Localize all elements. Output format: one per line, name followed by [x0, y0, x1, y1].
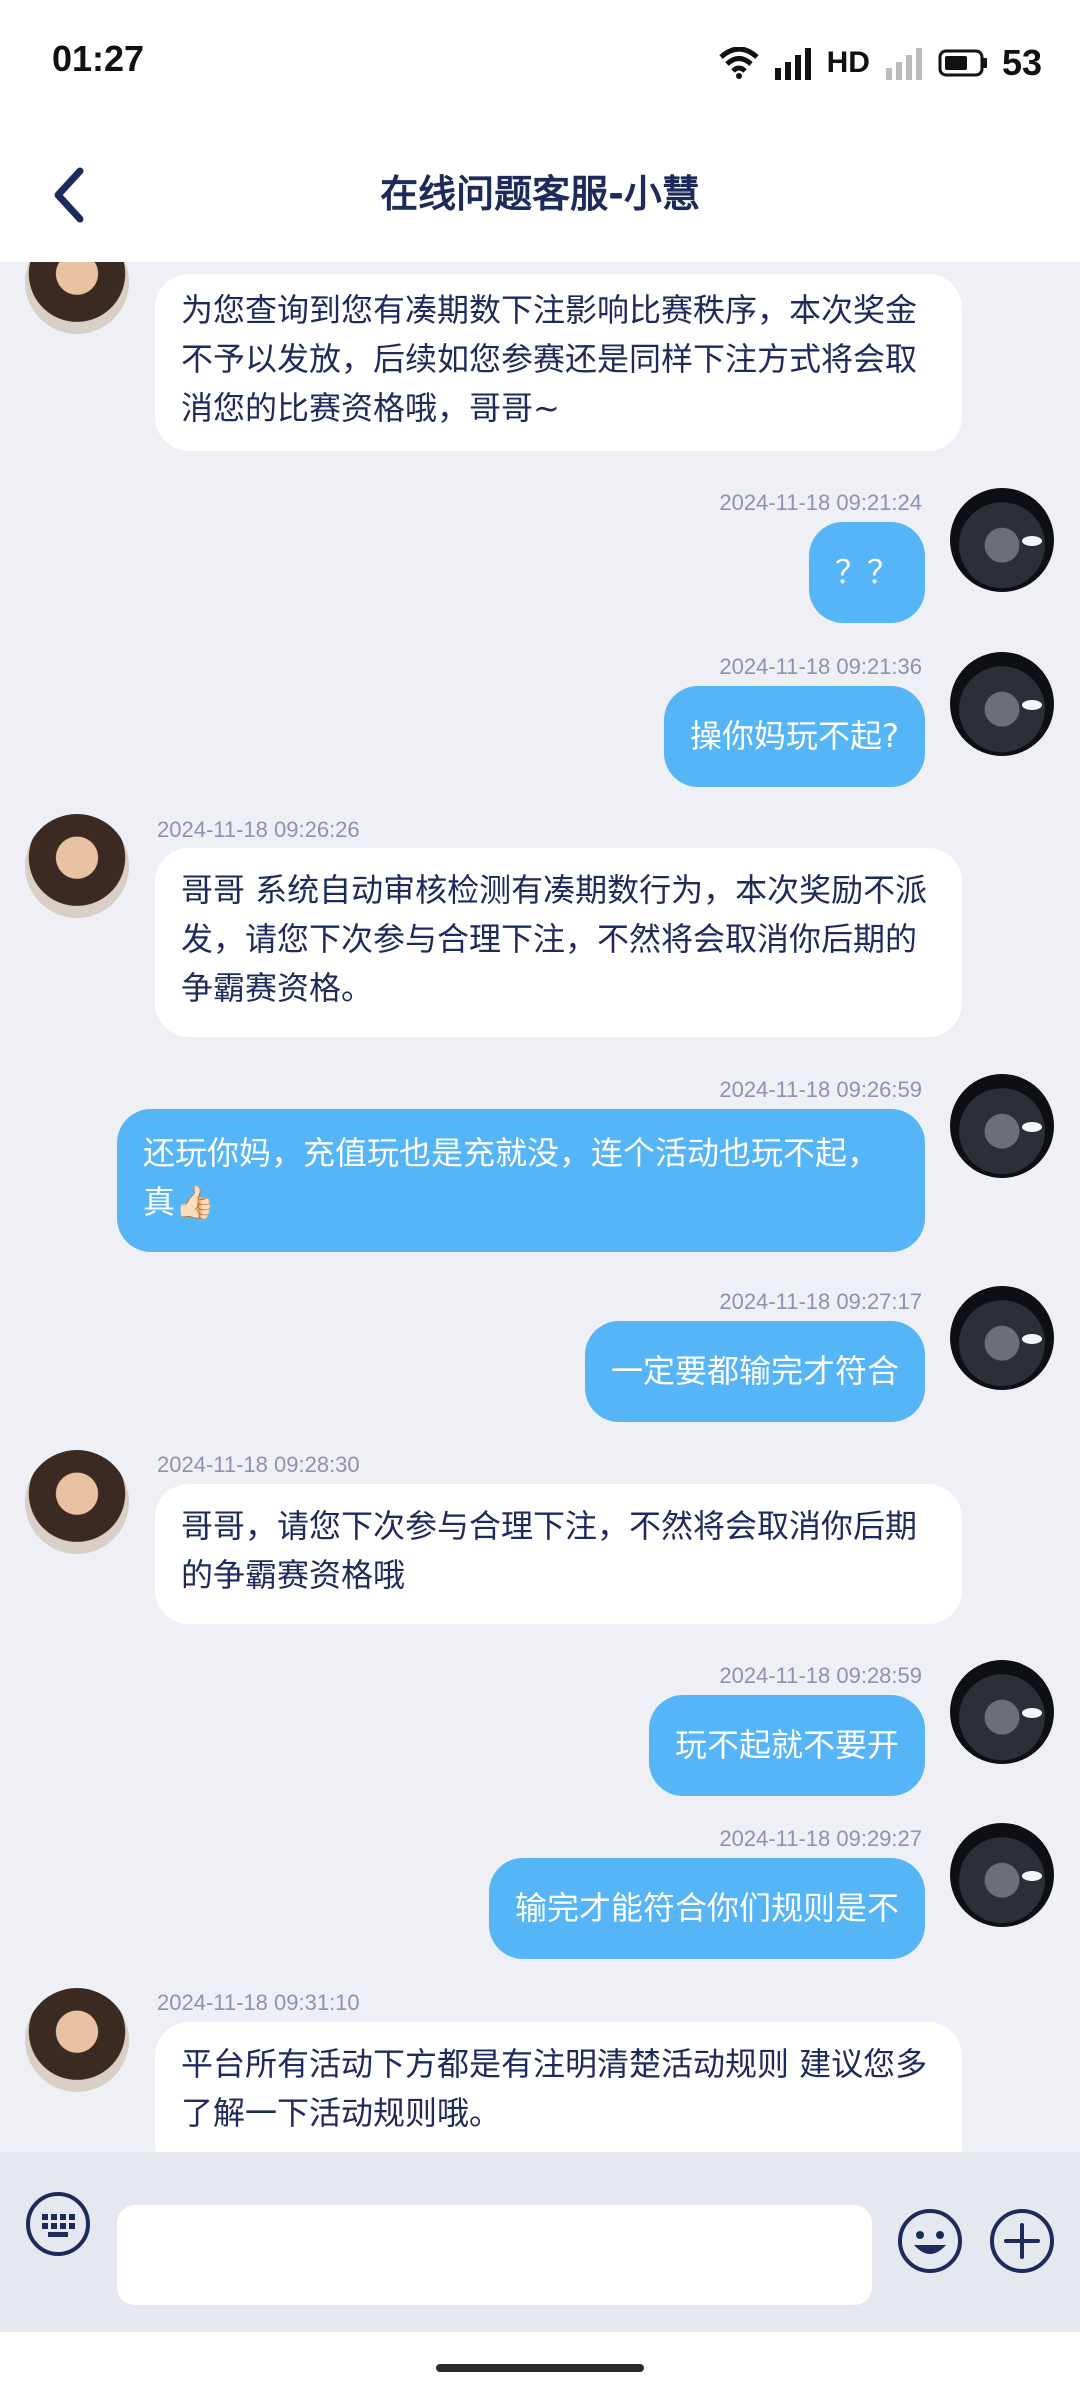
signal-weak-icon: [885, 48, 922, 80]
message-time: 2024-11-18 09:26:59: [719, 1077, 922, 1102]
message-time: 2024-11-18 09:21:36: [719, 654, 922, 679]
emoji-button[interactable]: [896, 2207, 964, 2275]
chat-header: 在线问题客服-小慧: [0, 125, 1080, 262]
status-time: 01:27: [52, 38, 145, 79]
network-type: HD: [826, 46, 870, 79]
message-time: 2024-11-18 09:29:27: [719, 1826, 922, 1851]
status-bar: 01:27 HD 53: [0, 0, 1080, 125]
agent-avatar: [25, 1450, 129, 1554]
signal-icon: [774, 48, 811, 80]
wifi-icon: [718, 47, 759, 79]
user-avatar: [950, 488, 1054, 592]
message-time: 2024-11-18 09:28:59: [719, 1663, 922, 1688]
keyboard-button[interactable]: [24, 2190, 92, 2258]
agent-message: 平台所有活动下方都是有注明清楚活动规则 建议您多了解一下活动规则哦。: [155, 2022, 962, 2152]
keyboard-icon: [26, 2192, 90, 2256]
user-avatar: [950, 1823, 1054, 1927]
agent-message: 哥哥 系统自动审核检测有凑期数行为，本次奖励不派发，请您下次参与合理下注，不然将…: [155, 848, 962, 1037]
plus-icon: [990, 2209, 1054, 2273]
page-title: 在线问题客服-小慧: [380, 172, 700, 216]
message-time: 2024-11-18 09:27:17: [719, 1289, 922, 1314]
message-time: 2024-11-18 09:31:10: [157, 1990, 360, 2015]
add-attachment-button[interactable]: [988, 2207, 1056, 2275]
user-message: 输完才能符合你们规则是不: [488, 1858, 925, 1959]
user-message: 玩不起就不要开: [648, 1695, 925, 1796]
user-avatar: [950, 1074, 1054, 1178]
battery-icon: [938, 49, 987, 77]
message-input[interactable]: [117, 2205, 872, 2305]
user-message: ？？: [808, 522, 925, 623]
battery-level: 53: [1001, 42, 1042, 83]
user-avatar: [950, 1286, 1054, 1390]
input-bar: [0, 2152, 1080, 2332]
user-avatar: [950, 1660, 1054, 1764]
message-time: 2024-11-18 09:26:26: [157, 817, 360, 842]
home-indicator[interactable]: [436, 2364, 644, 2372]
agent-avatar: [25, 262, 129, 334]
user-message: 还玩你妈，充值玩也是充就没，连个活动也玩不起，真👍🏻: [117, 1109, 925, 1252]
emoji-icon: [898, 2209, 962, 2273]
status-icons: HD 53: [718, 38, 1042, 88]
agent-avatar: [25, 814, 129, 918]
agent-message: 为您查询到您有凑期数下注影响比赛秩序，本次奖金不予以发放，后续如您参赛还是同样下…: [155, 274, 962, 451]
message-time: 2024-11-18 09:28:30: [157, 1452, 360, 1477]
message-time: 2024-11-18 09:21:24: [719, 490, 922, 515]
agent-avatar: [25, 1988, 129, 2092]
user-message: 一定要都输完才符合: [584, 1321, 925, 1422]
chat-history[interactable]: 为您查询到您有凑期数下注影响比赛秩序，本次奖金不予以发放，后续如您参赛还是同样下…: [0, 262, 1080, 2152]
user-message: 操你妈玩不起?: [664, 686, 925, 787]
user-avatar: [950, 652, 1054, 756]
agent-message: 哥哥，请您下次参与合理下注，不然将会取消你后期的争霸赛资格哦: [155, 1484, 962, 1624]
